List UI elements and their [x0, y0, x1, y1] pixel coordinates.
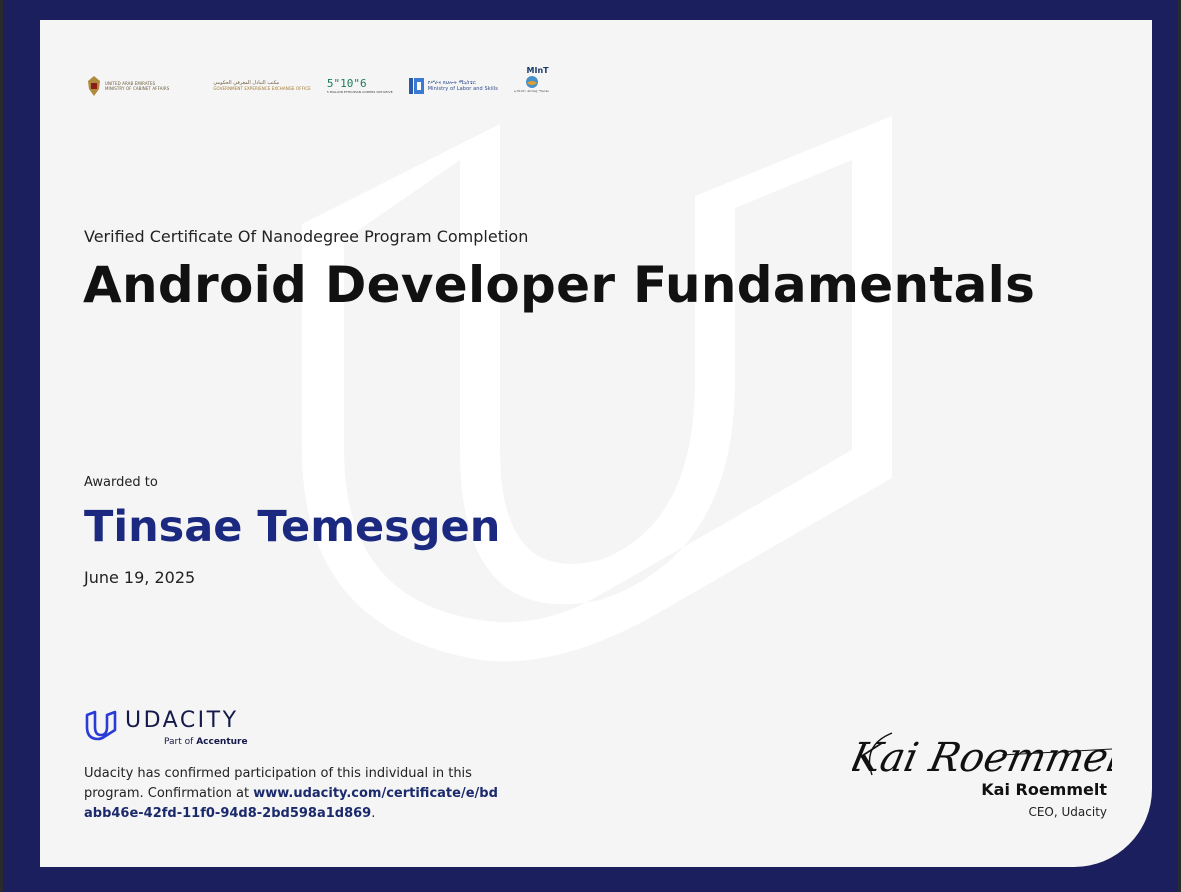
gov-exchange-english: GOVERNMENT EXPERIENCE EXCHANGE OFFICE	[213, 86, 311, 91]
ethiopian-coders-logo: 5"10"6 5 MILLION ETHIOPIAN CODERS INITIA…	[326, 77, 393, 95]
labor-ministry-logo: የሥራና ክህሎት ሚኒስቴር Ministry of Labor and Sk…	[408, 77, 498, 95]
coders-caption: 5 MILLION ETHIOPIAN CODERS INITIATIVE	[326, 90, 393, 94]
mint-globe-icon	[525, 76, 538, 88]
mint-caption: ኢኖቬሽንና ቴክኖሎጂ ሚኒስቴር	[513, 89, 550, 93]
mint-logo: MInT ኢኖቬሽንና ቴክኖሎጂ ሚኒስቴር	[514, 66, 549, 94]
uae-cabinet-line2: MINISTRY OF CABINET AFFAIRS	[105, 86, 170, 91]
signature-image: Kai Roemmelt	[852, 732, 1112, 781]
confirmation-statement: Udacity has confirmed participation of t…	[84, 764, 504, 824]
viewer-left-edge	[0, 0, 3, 892]
labor-ministry-icon	[408, 78, 424, 94]
udacity-u-icon	[85, 710, 117, 741]
mint-label: MInT	[526, 66, 549, 75]
tagline-company: Accenture	[196, 737, 248, 747]
udacity-tagline: Part of Accenture	[164, 737, 248, 747]
uae-cabinet-logo: UNITED ARAB EMIRATES MINISTRY OF CABINET…	[86, 75, 169, 97]
udacity-logo: UDACITY Part of Accenture	[84, 708, 264, 754]
signature-text: Kai Roemmelt	[852, 733, 1112, 780]
confirmation-end: .	[371, 806, 376, 821]
udacity-wordmark: UDACITY	[125, 708, 239, 733]
gov-exchange-logo: مكتب التبادل المعرفي الحكومي GOVERNMENT …	[213, 81, 311, 92]
awarded-to-label: Awarded to	[84, 475, 158, 490]
program-title: Android Developer Fundamentals	[83, 256, 1036, 314]
recipient-name: Tinsae Temesgen	[84, 502, 501, 552]
document-viewer: UNITED ARAB EMIRATES MINISTRY OF CABINET…	[0, 0, 1181, 892]
award-date: June 19, 2025	[84, 568, 196, 587]
certificate-subtitle: Verified Certificate Of Nanodegree Progr…	[84, 227, 529, 246]
partner-logos: UNITED ARAB EMIRATES MINISTRY OF CABINET…	[86, 66, 549, 106]
tagline-prefix: Part of	[164, 737, 194, 747]
uae-emblem-icon	[88, 76, 100, 96]
signer-role: CEO, Udacity	[1028, 805, 1107, 819]
labor-english: Ministry of Labor and Skills	[427, 86, 498, 92]
certificate-page: UNITED ARAB EMIRATES MINISTRY OF CABINET…	[40, 20, 1152, 867]
signer-name: Kai Roemmelt	[981, 780, 1107, 799]
coders-label: 5"10"6	[326, 77, 367, 90]
